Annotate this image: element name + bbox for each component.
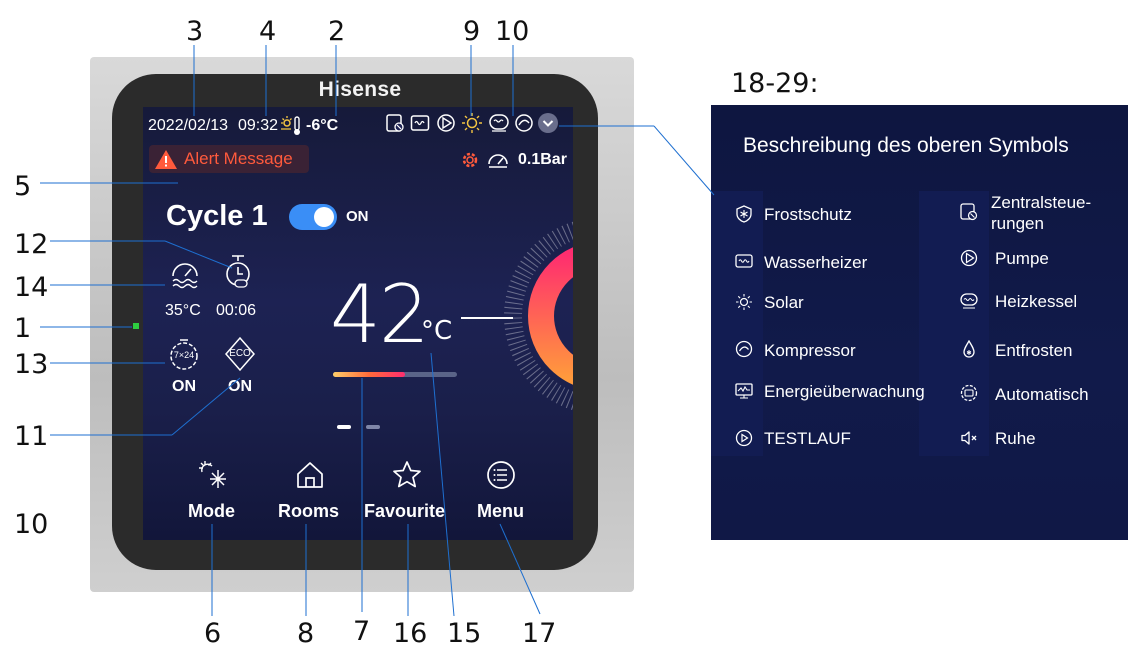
schedule-widget[interactable]: 7×24 bbox=[167, 337, 201, 371]
callout-14: 14 bbox=[14, 272, 49, 303]
status-time: 09:32 bbox=[238, 117, 279, 134]
page-indicator-active[interactable] bbox=[337, 425, 351, 429]
expand-status-button[interactable] bbox=[537, 112, 559, 134]
menu-list-icon bbox=[487, 461, 515, 489]
eco-widget[interactable]: ECO bbox=[223, 336, 257, 372]
callout-10-left: 10 bbox=[14, 509, 49, 540]
temperature-progress-fill bbox=[333, 372, 405, 377]
compressor-status-icon bbox=[515, 114, 533, 132]
callout-6: 6 bbox=[204, 618, 222, 649]
compressor-icon bbox=[735, 340, 753, 358]
panel-item-wasserheizer: Wasserheizer bbox=[764, 253, 868, 272]
callout-11: 11 bbox=[14, 421, 49, 452]
panel-item-entfrosten: Entfrosten bbox=[995, 341, 1073, 360]
panel-item-heizkessel: Heizkessel bbox=[995, 292, 1078, 311]
panel-item-solar: Solar bbox=[764, 293, 804, 312]
pressure-value: 0.1Bar bbox=[518, 151, 567, 168]
pressure-gauge-icon bbox=[488, 154, 508, 168]
frost-protection-icon bbox=[736, 205, 752, 223]
panel-item-testlauf: TESTLAUF bbox=[764, 429, 851, 448]
indicator-led bbox=[133, 323, 139, 329]
toggle-knob bbox=[314, 207, 334, 227]
star-icon bbox=[393, 461, 421, 488]
panel-item-automatisch: Automatisch bbox=[995, 385, 1089, 404]
boiler-status-icon bbox=[489, 114, 509, 132]
status-outdoor-temp: -6°C bbox=[306, 117, 339, 134]
callout-15: 15 bbox=[447, 618, 482, 649]
outdoor-temp-icon bbox=[281, 116, 300, 135]
nav-rooms-label: Rooms bbox=[278, 501, 340, 521]
snowflake-sun-icon bbox=[199, 461, 226, 488]
temperature-progress-track bbox=[333, 372, 457, 377]
nav-rooms-button[interactable]: Rooms bbox=[276, 458, 346, 524]
energy-monitor-icon bbox=[735, 383, 753, 399]
callout-17: 17 bbox=[522, 618, 557, 649]
water-temp-gauge-icon[interactable] bbox=[167, 256, 203, 290]
status-date: 2022/02/13 bbox=[148, 117, 229, 134]
panel-item-pumpe: Pumpe bbox=[995, 249, 1049, 268]
water-heater-status-icon bbox=[410, 115, 430, 131]
callout-7: 7 bbox=[353, 616, 371, 647]
panel-item-kompressor: Kompressor bbox=[764, 341, 856, 360]
fault-gear-icon bbox=[462, 152, 478, 168]
mute-icon bbox=[961, 431, 977, 445]
panel-item-ruhe: Ruhe bbox=[995, 429, 1036, 448]
panel-icon-column-right bbox=[919, 191, 989, 456]
range-label: 18-29: bbox=[731, 68, 819, 99]
water-temp-value: 35°C bbox=[165, 302, 201, 319]
timer-icon[interactable] bbox=[222, 253, 254, 291]
auto-icon bbox=[960, 384, 978, 402]
boiler-icon bbox=[960, 293, 978, 309]
callout-4: 4 bbox=[259, 16, 277, 47]
temperature-dial[interactable] bbox=[461, 190, 573, 440]
nav-menu-button[interactable]: Menu bbox=[474, 458, 534, 524]
callout-9: 9 bbox=[463, 16, 481, 47]
panel-item-zentralsteuerungen-line2: rungen bbox=[991, 214, 1044, 233]
callout-16: 16 bbox=[393, 618, 428, 649]
water-heater-icon bbox=[735, 254, 753, 268]
page-indicator-inactive[interactable] bbox=[366, 425, 380, 429]
cycle-toggle-state: ON bbox=[346, 208, 369, 225]
timer-value: 00:06 bbox=[216, 302, 257, 319]
panel-title: Beschreibung des oberen Symbols bbox=[743, 134, 1069, 157]
nav-menu-label: Menu bbox=[477, 501, 524, 521]
panel-icon-column-left bbox=[711, 191, 763, 456]
nav-favourite-label: Favourite bbox=[364, 501, 446, 521]
solar-icon bbox=[736, 294, 752, 310]
schedule-state: ON bbox=[172, 378, 196, 395]
schedule-icon-text: 7×24 bbox=[173, 350, 195, 360]
nav-mode-button[interactable]: Mode bbox=[180, 458, 248, 524]
callout-3: 3 bbox=[186, 16, 204, 47]
callout-8: 8 bbox=[297, 618, 315, 649]
central-control-status-icon bbox=[386, 114, 404, 132]
alert-message-text: Alert Message bbox=[184, 149, 293, 168]
panel-item-frostschutz: Frostschutz bbox=[764, 205, 852, 224]
eco-icon-text: ECO bbox=[229, 348, 251, 359]
defrost-icon bbox=[963, 340, 975, 358]
cycle-label: Cycle 1 bbox=[166, 200, 268, 232]
panel-item-energieueberwachung: Energieüberwachung bbox=[764, 382, 925, 401]
temperature-unit: °C bbox=[421, 316, 453, 346]
callout-2: 2 bbox=[328, 16, 346, 47]
cycle-toggle[interactable] bbox=[289, 204, 337, 230]
callout-5: 5 bbox=[14, 171, 32, 202]
eco-state: ON bbox=[228, 378, 252, 395]
test-run-icon bbox=[735, 429, 753, 447]
set-temperature-value[interactable]: 42 bbox=[330, 268, 430, 361]
callout-1: 1 bbox=[14, 313, 32, 344]
pump-status-icon bbox=[437, 114, 455, 132]
callout-12: 12 bbox=[14, 229, 49, 260]
solar-status-icon bbox=[462, 113, 482, 133]
brand-logo: Hisense bbox=[318, 78, 402, 101]
nav-mode-label: Mode bbox=[188, 501, 235, 521]
nav-favourite-button[interactable]: Favourite bbox=[362, 458, 452, 524]
pump-icon bbox=[960, 249, 978, 267]
warning-icon bbox=[155, 150, 177, 169]
central-control-icon bbox=[960, 203, 978, 221]
callout-10-top: 10 bbox=[495, 16, 530, 47]
panel-item-zentralsteuerungen-line1: Zentralsteue- bbox=[991, 193, 1092, 212]
callout-13: 13 bbox=[14, 349, 49, 380]
home-icon bbox=[297, 462, 323, 488]
